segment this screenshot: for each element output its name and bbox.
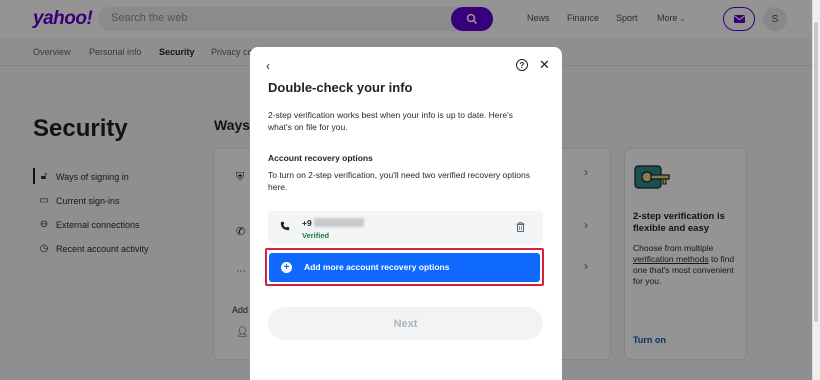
plus-icon: +: [281, 262, 292, 273]
back-icon[interactable]: ‹: [266, 59, 270, 73]
recovery-section-title: Account recovery options: [268, 153, 373, 163]
phone-icon: [280, 221, 290, 231]
close-icon[interactable]: ✕: [539, 57, 550, 73]
add-recovery-options-label: Add more account recovery options: [304, 262, 450, 272]
trash-icon[interactable]: [516, 222, 525, 232]
verified-badge: Verified: [302, 231, 330, 240]
next-button[interactable]: Next: [268, 307, 543, 340]
recovery-phone-item: +9 Verified: [268, 211, 543, 244]
phone-number: +9: [302, 218, 312, 228]
add-recovery-options-button[interactable]: + Add more account recovery options: [269, 253, 540, 282]
scrollbar-thumb[interactable]: [814, 22, 818, 322]
recovery-section-description: To turn on 2-step verification, you'll n…: [268, 170, 530, 192]
dialog-title: Double-check your info: [268, 80, 413, 95]
dialog-intro: 2-step verification works best when your…: [268, 110, 513, 132]
help-icon[interactable]: ?: [516, 59, 528, 71]
redacted-phone-digits: [314, 218, 364, 227]
double-check-dialog: ‹ ? ✕ Double-check your info 2-step veri…: [250, 47, 562, 380]
